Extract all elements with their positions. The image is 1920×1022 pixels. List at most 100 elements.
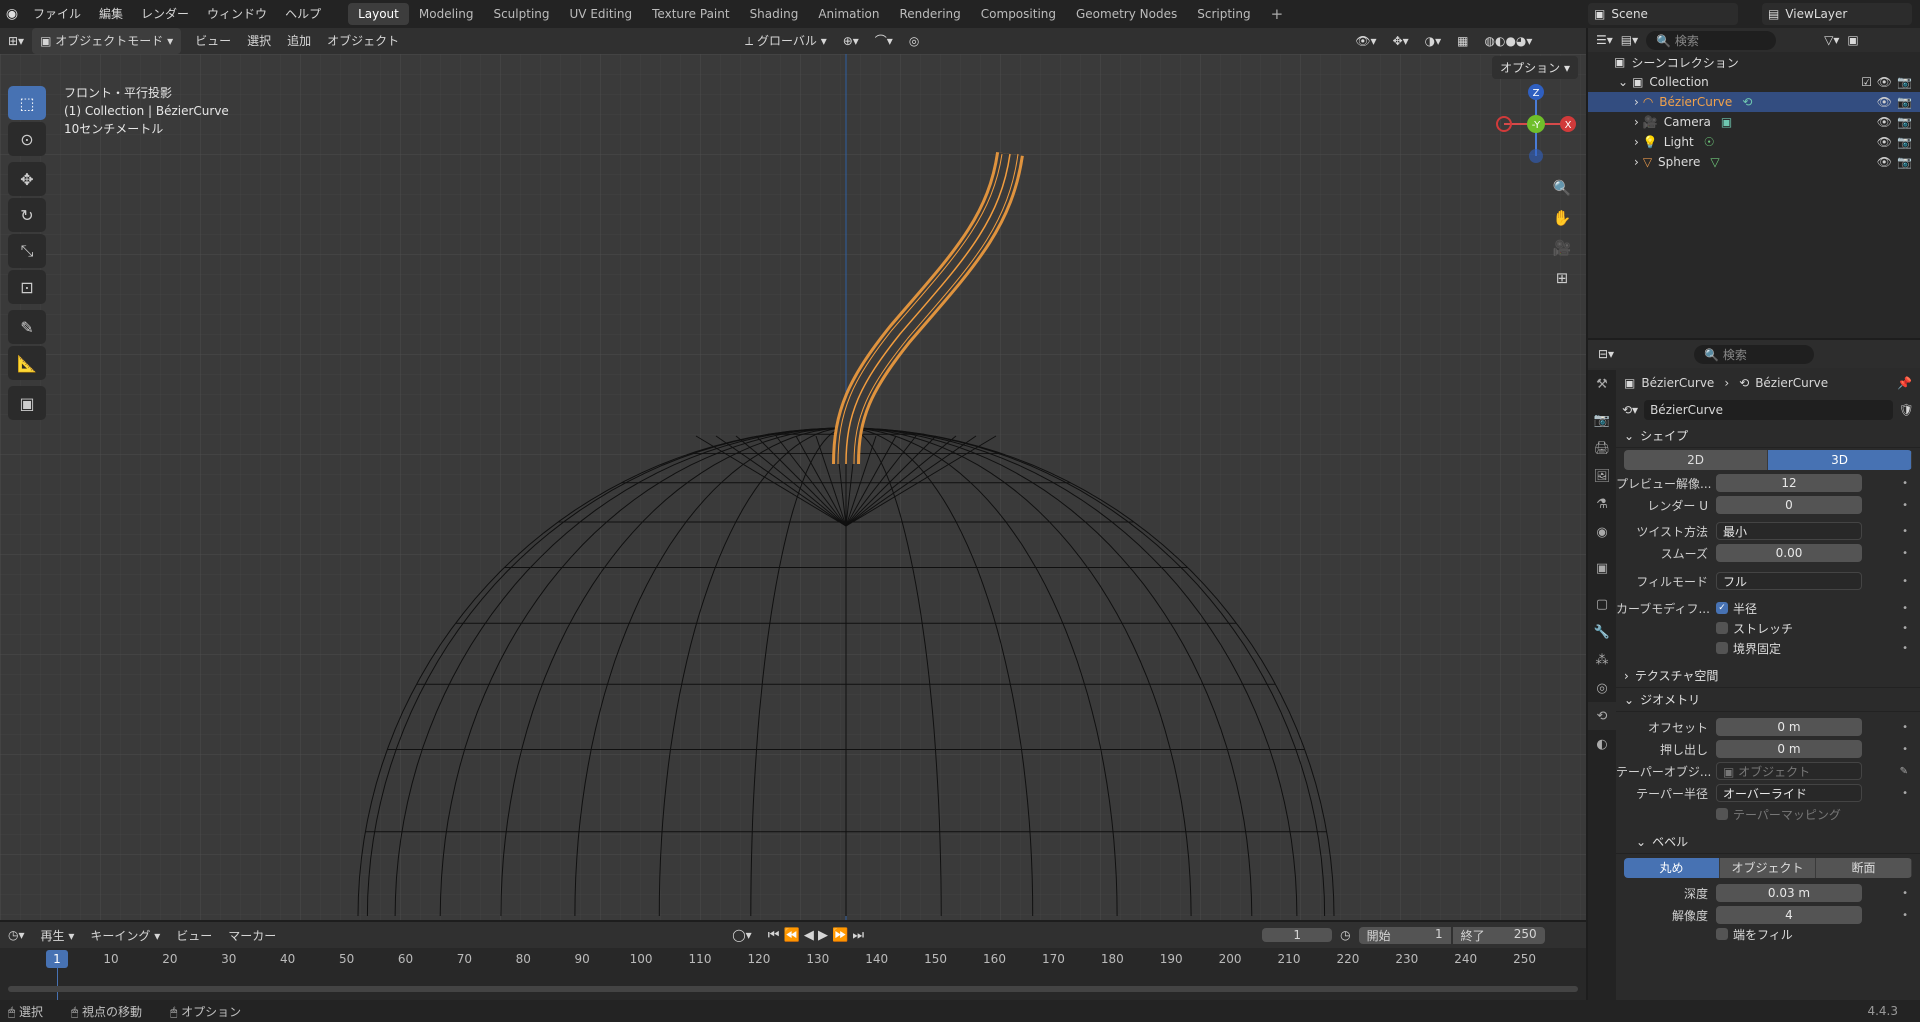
dim-3d-button[interactable]: 3D	[1768, 450, 1912, 470]
outliner-editor-icon[interactable]: ☰▾	[1596, 33, 1613, 47]
playback-controls[interactable]: ⏮ ⏪ ◀ ▶ ⏩ ⏭	[760, 928, 872, 943]
keyframe-dot-icon[interactable]: •	[1902, 744, 1908, 755]
add-workspace-button[interactable]: +	[1261, 3, 1294, 25]
outliner-item-sphere[interactable]: › ▽ Sphere ▽ 👁 📷	[1588, 152, 1920, 172]
visibility-icon[interactable]: 👁	[1877, 155, 1892, 169]
mesh-data-icon[interactable]: ▽	[1710, 155, 1719, 169]
dim-2d-button[interactable]: 2D	[1624, 450, 1768, 470]
modifier-tab-icon[interactable]: 🔧	[1588, 618, 1616, 646]
datablock-name-field[interactable]: BézierCurve	[1644, 400, 1893, 420]
object-tab-icon[interactable]: ▢	[1588, 590, 1616, 618]
tool-tab-icon[interactable]: ⚒	[1588, 370, 1616, 398]
outliner-item-light[interactable]: › 💡 Light ☉ 👁 📷	[1588, 132, 1920, 152]
render-u-field[interactable]: 0	[1716, 496, 1862, 514]
collection-tab-icon[interactable]: ▣	[1588, 554, 1616, 582]
bevel-object-button[interactable]: オブジェクト	[1720, 858, 1816, 878]
bevel-round-button[interactable]: 丸め	[1624, 858, 1720, 878]
keyframe-dot-icon[interactable]: •	[1902, 526, 1908, 537]
physics-tab-icon[interactable]: ◎	[1588, 674, 1616, 702]
scene-selector[interactable]: ▣ Scene	[1588, 3, 1738, 25]
twist-method-dropdown[interactable]: 最小	[1716, 522, 1862, 540]
render-tab-icon[interactable]: 📷	[1588, 406, 1616, 434]
offset-field[interactable]: 0 m	[1716, 718, 1862, 736]
geometry-section-header[interactable]: ⌄ ジオメトリ	[1616, 688, 1920, 712]
menu-playback[interactable]: 再生 ▾	[33, 927, 83, 944]
navigation-gizmo[interactable]: Z X -Y	[1496, 84, 1576, 164]
keyframe-dot-icon[interactable]: •	[1902, 643, 1908, 654]
fill-caps-checkbox[interactable]: 端をフィル	[1716, 926, 1793, 943]
3d-viewport[interactable]: フロント・平行投影 (1) Collection | BézierCurve 1…	[0, 54, 1586, 920]
shading-icon[interactable]: ◍◐●◕▾	[1477, 28, 1541, 54]
visibility-icon[interactable]: 👁▾	[1347, 28, 1384, 54]
bevel-section-header[interactable]: ⌄ ベベル	[1616, 830, 1920, 854]
stretch-checkbox[interactable]: ストレッチ	[1716, 620, 1793, 637]
scene-collection-row[interactable]: ▣ シーンコレクション	[1588, 52, 1920, 72]
keyframe-dot-icon[interactable]: •	[1902, 910, 1908, 921]
transform-orientation[interactable]: ⟂ グローバル ▾	[737, 28, 835, 54]
timeline-editor-icon[interactable]: ◷▾	[0, 928, 33, 942]
scene-tab-icon[interactable]: ⚗	[1588, 490, 1616, 518]
world-tab-icon[interactable]: ◉	[1588, 518, 1616, 546]
outliner-display-icon[interactable]: ▤▾	[1621, 33, 1638, 47]
pivot-icon[interactable]: ⊕▾	[835, 28, 867, 54]
menu-help[interactable]: ヘルプ	[276, 0, 330, 28]
eyedropper-icon[interactable]: ✎	[1900, 766, 1908, 777]
select-box-tool-icon[interactable]: ⬚	[8, 86, 46, 120]
menu-render[interactable]: レンダー	[132, 0, 198, 28]
keyframe-dot-icon[interactable]: •	[1902, 603, 1908, 614]
overlay-icon[interactable]: ◑▾	[1417, 28, 1450, 54]
keyframe-dot-icon[interactable]: •	[1902, 623, 1908, 634]
scale-tool-icon[interactable]: ⤡	[8, 234, 46, 268]
fill-mode-dropdown[interactable]: フル	[1716, 572, 1862, 590]
move-tool-icon[interactable]: ✥	[8, 162, 46, 196]
menu-keying[interactable]: キーイング ▾	[82, 927, 168, 944]
collection-expand-icon[interactable]: ⌄	[1618, 75, 1628, 89]
auto-key-icon[interactable]: ◯▾	[724, 928, 759, 942]
menu-timeline-view[interactable]: ビュー	[168, 927, 220, 944]
particles-tab-icon[interactable]: ⁂	[1588, 646, 1616, 674]
expand-icon[interactable]: ›	[1634, 95, 1639, 109]
render-icon[interactable]: 📷	[1897, 155, 1912, 169]
keyframe-dot-icon[interactable]: •	[1902, 548, 1908, 559]
xray-icon[interactable]: ▦	[1449, 28, 1476, 54]
menu-add[interactable]: 追加	[279, 28, 319, 54]
camera-view-icon[interactable]: 🎥	[1548, 234, 1576, 262]
shape-section-header[interactable]: ⌄ シェイプ	[1616, 424, 1920, 448]
start-frame-field[interactable]: 開始 1	[1358, 926, 1451, 944]
outliner-item-camera[interactable]: › 🎥 Camera ▣ 👁 📷	[1588, 112, 1920, 132]
tab-shading[interactable]: Shading	[740, 3, 809, 25]
tab-geometry-nodes[interactable]: Geometry Nodes	[1066, 3, 1187, 25]
viewport-canvas[interactable]	[0, 54, 1586, 920]
taper-mapping-checkbox[interactable]: テーパーマッピング	[1716, 806, 1841, 823]
collection-row[interactable]: ⌄ ▣ Collection ☑ 👁 📷	[1588, 72, 1920, 92]
curve-datablock-icon[interactable]: ⟲▾	[1622, 403, 1638, 417]
timeline-scrollbar[interactable]	[8, 986, 1578, 992]
render-icon[interactable]: 📷	[1897, 95, 1912, 109]
tab-sculpting[interactable]: Sculpting	[483, 3, 559, 25]
editor-type-icon[interactable]: ⊞▾	[0, 28, 32, 54]
tab-animation[interactable]: Animation	[808, 3, 889, 25]
new-collection-icon[interactable]: ▣	[1847, 33, 1858, 47]
material-tab-icon[interactable]: ◐	[1588, 730, 1616, 758]
menu-file[interactable]: ファイル	[24, 0, 90, 28]
bevel-profile-button[interactable]: 断面	[1816, 858, 1912, 878]
light-data-icon[interactable]: ☉	[1704, 135, 1715, 149]
transform-tool-icon[interactable]: ⊡	[8, 270, 46, 304]
camera-data-icon[interactable]: ▣	[1721, 115, 1732, 129]
tab-scripting[interactable]: Scripting	[1187, 3, 1260, 25]
menu-select[interactable]: 選択	[239, 28, 279, 54]
gizmo-icon[interactable]: ✥▾	[1385, 28, 1417, 54]
tab-modeling[interactable]: Modeling	[409, 3, 484, 25]
current-frame-field[interactable]: 1	[1262, 928, 1333, 942]
extrude-field[interactable]: 0 m	[1716, 740, 1862, 758]
fake-user-shield-icon[interactable]: 🛡	[1899, 403, 1914, 417]
ortho-grid-icon[interactable]: ⊞	[1548, 264, 1576, 292]
annotate-tool-icon[interactable]: ✎	[8, 310, 46, 344]
keyframe-dot-icon[interactable]: •	[1902, 576, 1908, 587]
smooth-field[interactable]: 0.00	[1716, 544, 1862, 562]
tab-texture-paint[interactable]: Texture Paint	[642, 3, 739, 25]
keyframe-dot-icon[interactable]: •	[1902, 722, 1908, 733]
preview-resolution-field[interactable]: 12	[1716, 474, 1862, 492]
add-cube-tool-icon[interactable]: ▣	[8, 386, 46, 420]
menu-object[interactable]: オブジェクト	[319, 28, 407, 54]
